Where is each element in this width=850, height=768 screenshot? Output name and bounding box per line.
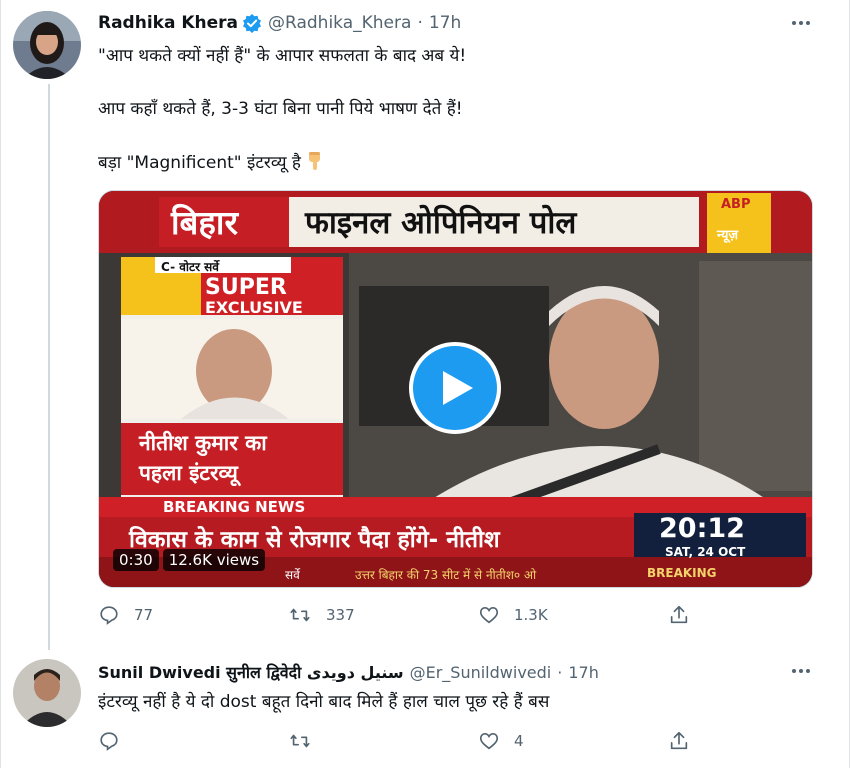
super-label: SUPER [205,275,287,300]
channel-logo-text: ABP [721,197,751,212]
channel-logo-subtext: न्यूज़ [717,228,739,243]
play-button[interactable] [409,342,501,434]
breaking-news-label: BREAKING NEWS [163,498,306,516]
like-button[interactable]: 4 [478,730,668,752]
exclusive-label: EXCLUSIVE [205,298,303,317]
avatar[interactable] [13,659,81,727]
reply-icon [100,732,118,751]
share-icon [670,605,688,624]
share-button[interactable] [668,730,708,752]
separator-dot: · [417,13,423,33]
heart-icon [479,607,499,624]
retweet-icon [290,608,310,622]
inset-caption-line: नीतीश कुमार का [139,431,267,455]
retweet-button[interactable] [288,730,478,752]
video-stats-badge: 0:30 12.6K views [113,549,266,571]
tweet-actions: 77 337 1.3K [98,604,708,626]
tweet-text-line: "आप थकते क्यों नहीं हैं" के आपार सफलता क… [98,46,467,66]
tweet-text-line: इंटरव्यू नहीं है ये दो dost बहूत दिनो बा… [98,692,550,712]
retweet-count: 337 [326,606,355,624]
tweet-header: Radhika Khera @Radhika_Khera · 17h [98,13,461,33]
video-duration: 0:30 [113,549,159,571]
tweet-timestamp[interactable]: 17h [429,13,461,33]
ticker-breaking: BREAKING [647,566,717,580]
author-name[interactable]: Radhika Khera [98,13,238,33]
author-handle[interactable]: @Er_Sunildwivedi [410,663,552,682]
video-player[interactable]: बिहार फाइनल ओपिनियन पोल ABP न्यूज़ C- वो… [98,190,813,588]
tweet-text-line: आप कहाँ थकते हैं, 3-3 घंटा बिना पानी पिय… [98,99,463,119]
clock-date: SAT, 24 OCT [665,545,746,559]
like-count: 4 [514,732,524,750]
cvoter-label: C- वोटर सर्वे [161,260,219,274]
heart-icon [479,733,499,750]
reply-count: 77 [134,606,154,624]
reply-icon [100,606,118,625]
tweet-header: Sunil Dwivedi सुनील द्विवेदी سنیل دویدی … [98,661,599,683]
thread-connector-line [48,84,50,650]
share-button[interactable] [668,604,708,626]
pointing-down-hand-icon [305,150,325,179]
share-icon [670,731,688,750]
retweet-button[interactable]: 337 [288,604,478,626]
more-options-icon[interactable] [786,12,816,34]
author-handle[interactable]: @Radhika_Khera [268,13,411,33]
reply-button[interactable]: 77 [98,604,288,626]
tweet-text-line: बड़ा "Magnificent" इंटरव्यू है [98,150,325,179]
clock-time: 20:12 [659,513,745,544]
video-views: 12.6K views [162,549,266,571]
inset-caption-line: पहला इंटरव्यू [139,461,238,485]
more-options-icon[interactable] [786,660,816,682]
banner-title-left: बिहार [171,203,238,242]
retweet-icon [290,734,310,748]
like-count: 1.3K [514,606,548,624]
tweet-actions: 4 [98,730,708,752]
tweet-timestamp[interactable]: 17h [568,663,599,682]
author-name[interactable]: Sunil Dwivedi सुनील द्विवेदी سنیل دویدی [98,661,404,683]
ticker-label: सर्वे [285,568,300,582]
separator-dot: · [557,662,563,682]
play-icon [443,371,473,405]
tweet-text-fragment: बड़ा "Magnificent" इंटरव्यू है [98,153,301,173]
verified-badge-icon [242,13,262,33]
ticker-text: उत्तर बिहार की 73 सीट में से नीतीश० ओ [355,568,537,582]
reply-button[interactable] [98,730,288,752]
like-button[interactable]: 1.3K [478,604,668,626]
avatar[interactable] [13,11,81,79]
banner-title-right: फाइनल ओपिनियन पोल [305,205,577,241]
